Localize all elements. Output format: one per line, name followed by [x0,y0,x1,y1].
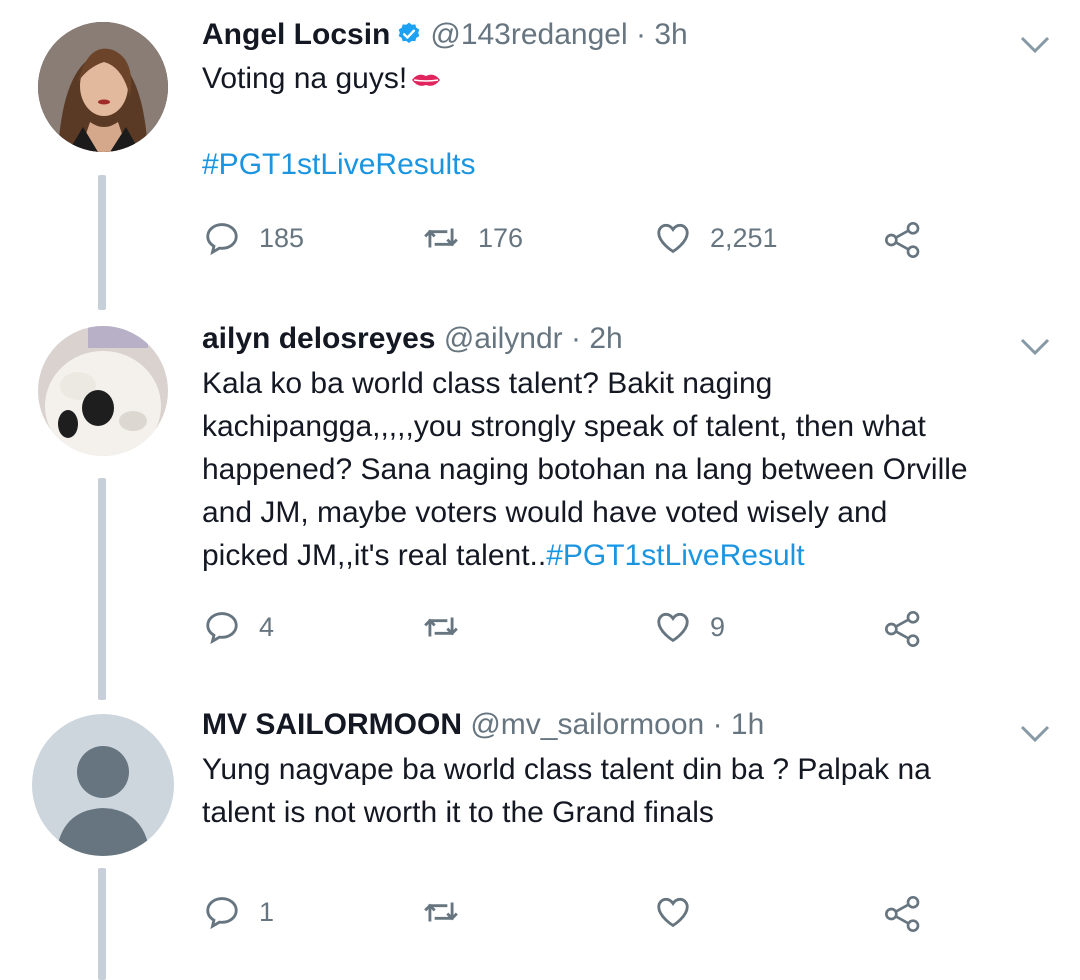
reply-icon [206,897,238,930]
share-icon[interactable] [883,220,923,260]
author-name[interactable]: MV SAILORMOON [202,708,462,741]
reply-icon [206,612,238,645]
like-count: 2,251 [710,222,778,253]
tweet-text-line: Voting na guys! [202,62,408,95]
share-icon[interactable] [883,609,923,649]
retweet-button[interactable] [422,892,478,932]
tweet-header: ailyn delosreyes @ailyndr · 2h [202,320,623,358]
tweet-text-line: happened? Sana naging botohan na lang be… [202,453,968,486]
tweet-ailyn-delosreyes[interactable]: ailyn delosreyes @ailyndr · 2h Kala ko b… [0,300,1080,690]
heart-icon [657,897,689,928]
like-count: 9 [710,611,726,642]
timestamp[interactable]: 3h [654,18,687,51]
verified-badge-icon [396,19,422,45]
hashtag-link[interactable]: #PGT1stLiveResult [546,539,804,572]
tweet-text-line: Kala ko ba world class talent? Bakit nag… [202,367,773,400]
tweet-text-line: Yung nagvape ba world class talent din b… [202,753,931,786]
tweet-text-line: picked JM,,it's real talent.. [202,539,547,572]
heart-icon [657,612,689,643]
reply-button[interactable]: 1 [203,892,274,932]
kiss-lips-icon [412,74,441,86]
retweet-count: 176 [478,222,524,253]
like-button[interactable]: 9 [654,607,725,647]
reply-button[interactable]: 185 [203,218,304,258]
timestamp[interactable]: 2h [589,322,622,355]
retweet-button[interactable] [422,607,478,647]
tweet-header: MV SAILORMOON @mv_sailormoon · 1h [202,706,764,744]
author-name[interactable]: Angel Locsin [202,18,390,51]
separator-dot: · [570,322,581,355]
retweet-icon [424,228,458,248]
reply-button[interactable]: 4 [203,607,274,647]
reply-icon [206,223,238,256]
tweet-text: Kala ko ba world class talent? Bakit nag… [202,362,1022,577]
timestamp[interactable]: 1h [731,708,764,741]
tweet-header: Angel Locsin @143redangel · 3h [202,16,688,54]
reply-count: 1 [259,896,275,927]
avatar[interactable] [38,326,168,456]
retweet-icon [424,902,458,922]
separator-dot: · [712,708,723,741]
avatar[interactable] [38,22,168,152]
chevron-down-icon[interactable] [1018,34,1052,56]
author-handle[interactable]: @143redangel [430,18,627,51]
author-name[interactable]: ailyn delosreyes [202,322,435,355]
hashtag-link[interactable]: #PGT1stLiveResults [202,143,1022,186]
author-handle[interactable]: @mv_sailormoon [470,708,704,741]
tweet-text-line: kachipangga,,,,,you strongly speak of ta… [202,410,926,443]
reply-count: 4 [259,611,275,642]
tweet-mv-sailormoon[interactable]: MV SAILORMOON @mv_sailormoon · 1h Yung n… [0,690,1080,980]
avatar[interactable] [32,714,174,856]
tweet-text-line: and JM, maybe voters would have voted wi… [202,496,888,529]
chevron-down-icon[interactable] [1018,723,1052,745]
retweet-icon [424,617,458,637]
tweet-text: Yung nagvape ba world class talent din b… [202,748,1022,834]
like-button[interactable] [654,892,710,932]
reply-count: 185 [259,222,305,253]
author-handle[interactable]: @ailyndr [444,322,563,355]
chevron-down-icon[interactable] [1018,336,1052,358]
tweet-text: Voting na guys! [202,57,1022,100]
like-button[interactable]: 2,251 [654,218,778,258]
retweet-button[interactable]: 176 [422,218,523,258]
share-icon[interactable] [883,894,923,934]
tweet-angel-locsin[interactable]: Angel Locsin @143redangel · 3h Voting na … [0,0,1080,300]
tweet-text-line: talent is not worth it to the Grand fina… [202,796,714,829]
heart-icon [657,223,689,254]
separator-dot: · [635,18,646,51]
